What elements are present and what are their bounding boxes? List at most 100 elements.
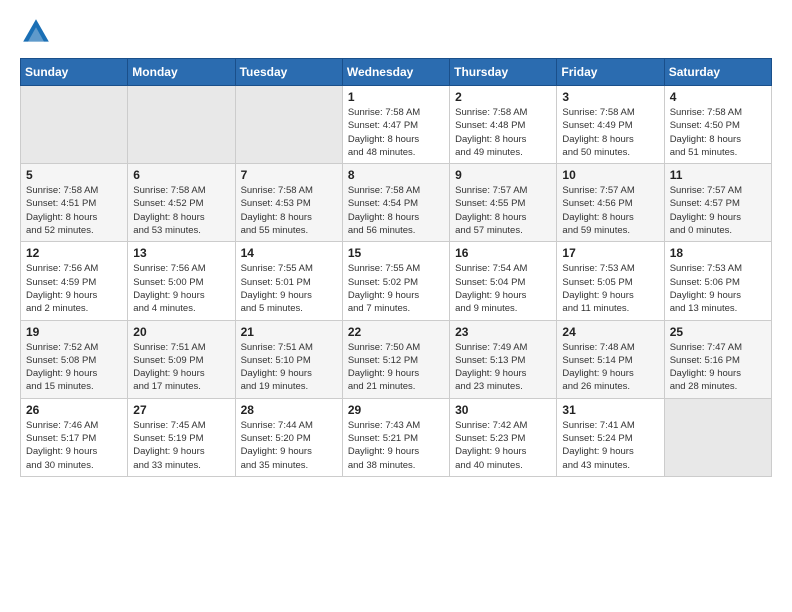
calendar-cell: 13 Sunrise: 7:56 AM Sunset: 5:00 PM Dayli… bbox=[128, 242, 235, 320]
day-info: Sunrise: 7:54 AM Sunset: 5:04 PM Dayligh… bbox=[455, 262, 551, 315]
calendar-cell: 23 Sunrise: 7:49 AM Sunset: 5:13 PM Dayli… bbox=[450, 320, 557, 398]
calendar-cell: 5 Sunrise: 7:58 AM Sunset: 4:51 PM Daylig… bbox=[21, 164, 128, 242]
calendar-cell: 27Sunrise: 7:45 AM Sunset: 5:19 PM Dayli… bbox=[128, 398, 235, 476]
page: SundayMondayTuesdayWednesdayThursdayFrid… bbox=[0, 0, 792, 612]
day-info: Sunrise: 7:55 AM Sunset: 5:01 PM Dayligh… bbox=[241, 262, 337, 315]
day-info: Sunrise: 7:53 AM Sunset: 5:05 PM Dayligh… bbox=[562, 262, 658, 315]
day-number: 13 bbox=[133, 246, 229, 260]
day-number: 5 bbox=[26, 168, 122, 182]
calendar-week-1: 1 Sunrise: 7:58 AM Sunset: 4:47 PM Daylig… bbox=[21, 86, 772, 164]
day-number: 9 bbox=[455, 168, 551, 182]
weekday-header-row: SundayMondayTuesdayWednesdayThursdayFrid… bbox=[21, 59, 772, 86]
logo-icon bbox=[20, 16, 52, 48]
day-number: 1 bbox=[348, 90, 444, 104]
day-info: Sunrise: 7:44 AM Sunset: 5:20 PM Dayligh… bbox=[241, 419, 337, 472]
day-info: Sunrise: 7:51 AM Sunset: 5:09 PM Dayligh… bbox=[133, 341, 229, 394]
day-number: 11 bbox=[670, 168, 766, 182]
day-number: 15 bbox=[348, 246, 444, 260]
day-number: 24 bbox=[562, 325, 658, 339]
calendar-cell: 17 Sunrise: 7:53 AM Sunset: 5:05 PM Dayli… bbox=[557, 242, 664, 320]
day-number: 7 bbox=[241, 168, 337, 182]
calendar-cell: 24 Sunrise: 7:48 AM Sunset: 5:14 PM Dayli… bbox=[557, 320, 664, 398]
day-number: 26 bbox=[26, 403, 122, 417]
calendar-cell: 9 Sunrise: 7:57 AM Sunset: 4:55 PM Daylig… bbox=[450, 164, 557, 242]
day-number: 3 bbox=[562, 90, 658, 104]
weekday-header-saturday: Saturday bbox=[664, 59, 771, 86]
day-number: 31 bbox=[562, 403, 658, 417]
day-number: 21 bbox=[241, 325, 337, 339]
day-info: Sunrise: 7:48 AM Sunset: 5:14 PM Dayligh… bbox=[562, 341, 658, 394]
day-number: 14 bbox=[241, 246, 337, 260]
calendar-cell bbox=[235, 86, 342, 164]
calendar-cell: 31 Sunrise: 7:41 AM Sunset: 5:24 PM Dayli… bbox=[557, 398, 664, 476]
day-number: 23 bbox=[455, 325, 551, 339]
day-info: Sunrise: 7:51 AM Sunset: 5:10 PM Dayligh… bbox=[241, 341, 337, 394]
calendar-cell bbox=[664, 398, 771, 476]
calendar-cell bbox=[128, 86, 235, 164]
logo bbox=[20, 16, 54, 48]
calendar-cell: 15 Sunrise: 7:55 AM Sunset: 5:02 PM Dayli… bbox=[342, 242, 449, 320]
weekday-header-tuesday: Tuesday bbox=[235, 59, 342, 86]
calendar-week-2: 5 Sunrise: 7:58 AM Sunset: 4:51 PM Daylig… bbox=[21, 164, 772, 242]
day-number: 19 bbox=[26, 325, 122, 339]
header bbox=[20, 16, 772, 48]
day-info: Sunrise: 7:58 AM Sunset: 4:53 PM Dayligh… bbox=[241, 184, 337, 237]
day-info: Sunrise: 7:49 AM Sunset: 5:13 PM Dayligh… bbox=[455, 341, 551, 394]
day-info: Sunrise: 7:46 AM Sunset: 5:17 PM Dayligh… bbox=[26, 419, 122, 472]
day-info: Sunrise: 7:58 AM Sunset: 4:54 PM Dayligh… bbox=[348, 184, 444, 237]
calendar-cell: 7 Sunrise: 7:58 AM Sunset: 4:53 PM Daylig… bbox=[235, 164, 342, 242]
calendar-cell: 2 Sunrise: 7:58 AM Sunset: 4:48 PM Daylig… bbox=[450, 86, 557, 164]
calendar-cell: 3 Sunrise: 7:58 AM Sunset: 4:49 PM Daylig… bbox=[557, 86, 664, 164]
calendar-cell: 26 Sunrise: 7:46 AM Sunset: 5:17 PM Dayli… bbox=[21, 398, 128, 476]
calendar-cell: 8Sunrise: 7:58 AM Sunset: 4:54 PM Daylig… bbox=[342, 164, 449, 242]
day-info: Sunrise: 7:58 AM Sunset: 4:48 PM Dayligh… bbox=[455, 106, 551, 159]
day-info: Sunrise: 7:57 AM Sunset: 4:55 PM Dayligh… bbox=[455, 184, 551, 237]
calendar-week-3: 12Sunrise: 7:56 AM Sunset: 4:59 PM Dayli… bbox=[21, 242, 772, 320]
day-info: Sunrise: 7:55 AM Sunset: 5:02 PM Dayligh… bbox=[348, 262, 444, 315]
day-number: 18 bbox=[670, 246, 766, 260]
weekday-header-wednesday: Wednesday bbox=[342, 59, 449, 86]
calendar-cell: 11Sunrise: 7:57 AM Sunset: 4:57 PM Dayli… bbox=[664, 164, 771, 242]
calendar-cell bbox=[21, 86, 128, 164]
day-info: Sunrise: 7:41 AM Sunset: 5:24 PM Dayligh… bbox=[562, 419, 658, 472]
weekday-header-sunday: Sunday bbox=[21, 59, 128, 86]
calendar-cell: 21 Sunrise: 7:51 AM Sunset: 5:10 PM Dayli… bbox=[235, 320, 342, 398]
calendar-cell: 14 Sunrise: 7:55 AM Sunset: 5:01 PM Dayli… bbox=[235, 242, 342, 320]
calendar-cell: 19Sunrise: 7:52 AM Sunset: 5:08 PM Dayli… bbox=[21, 320, 128, 398]
day-number: 28 bbox=[241, 403, 337, 417]
day-info: Sunrise: 7:58 AM Sunset: 4:50 PM Dayligh… bbox=[670, 106, 766, 159]
day-info: Sunrise: 7:57 AM Sunset: 4:56 PM Dayligh… bbox=[562, 184, 658, 237]
calendar: SundayMondayTuesdayWednesdayThursdayFrid… bbox=[20, 58, 772, 477]
calendar-cell: 4 Sunrise: 7:58 AM Sunset: 4:50 PM Daylig… bbox=[664, 86, 771, 164]
day-number: 16 bbox=[455, 246, 551, 260]
weekday-header-friday: Friday bbox=[557, 59, 664, 86]
day-info: Sunrise: 7:56 AM Sunset: 4:59 PM Dayligh… bbox=[26, 262, 122, 315]
calendar-week-4: 19Sunrise: 7:52 AM Sunset: 5:08 PM Dayli… bbox=[21, 320, 772, 398]
calendar-cell: 1 Sunrise: 7:58 AM Sunset: 4:47 PM Daylig… bbox=[342, 86, 449, 164]
day-number: 27 bbox=[133, 403, 229, 417]
day-info: Sunrise: 7:58 AM Sunset: 4:49 PM Dayligh… bbox=[562, 106, 658, 159]
day-number: 2 bbox=[455, 90, 551, 104]
day-number: 6 bbox=[133, 168, 229, 182]
day-info: Sunrise: 7:50 AM Sunset: 5:12 PM Dayligh… bbox=[348, 341, 444, 394]
day-info: Sunrise: 7:58 AM Sunset: 4:47 PM Dayligh… bbox=[348, 106, 444, 159]
day-info: Sunrise: 7:56 AM Sunset: 5:00 PM Dayligh… bbox=[133, 262, 229, 315]
calendar-cell: 25Sunrise: 7:47 AM Sunset: 5:16 PM Dayli… bbox=[664, 320, 771, 398]
calendar-cell: 6 Sunrise: 7:58 AM Sunset: 4:52 PM Daylig… bbox=[128, 164, 235, 242]
day-number: 22 bbox=[348, 325, 444, 339]
day-info: Sunrise: 7:42 AM Sunset: 5:23 PM Dayligh… bbox=[455, 419, 551, 472]
calendar-week-5: 26 Sunrise: 7:46 AM Sunset: 5:17 PM Dayli… bbox=[21, 398, 772, 476]
day-number: 4 bbox=[670, 90, 766, 104]
calendar-cell: 18Sunrise: 7:53 AM Sunset: 5:06 PM Dayli… bbox=[664, 242, 771, 320]
day-info: Sunrise: 7:43 AM Sunset: 5:21 PM Dayligh… bbox=[348, 419, 444, 472]
day-number: 17 bbox=[562, 246, 658, 260]
day-info: Sunrise: 7:58 AM Sunset: 4:51 PM Dayligh… bbox=[26, 184, 122, 237]
calendar-cell: 30Sunrise: 7:42 AM Sunset: 5:23 PM Dayli… bbox=[450, 398, 557, 476]
calendar-cell: 22 Sunrise: 7:50 AM Sunset: 5:12 PM Dayli… bbox=[342, 320, 449, 398]
calendar-cell: 28 Sunrise: 7:44 AM Sunset: 5:20 PM Dayli… bbox=[235, 398, 342, 476]
weekday-header-monday: Monday bbox=[128, 59, 235, 86]
day-number: 20 bbox=[133, 325, 229, 339]
calendar-cell: 29Sunrise: 7:43 AM Sunset: 5:21 PM Dayli… bbox=[342, 398, 449, 476]
day-number: 10 bbox=[562, 168, 658, 182]
day-info: Sunrise: 7:58 AM Sunset: 4:52 PM Dayligh… bbox=[133, 184, 229, 237]
